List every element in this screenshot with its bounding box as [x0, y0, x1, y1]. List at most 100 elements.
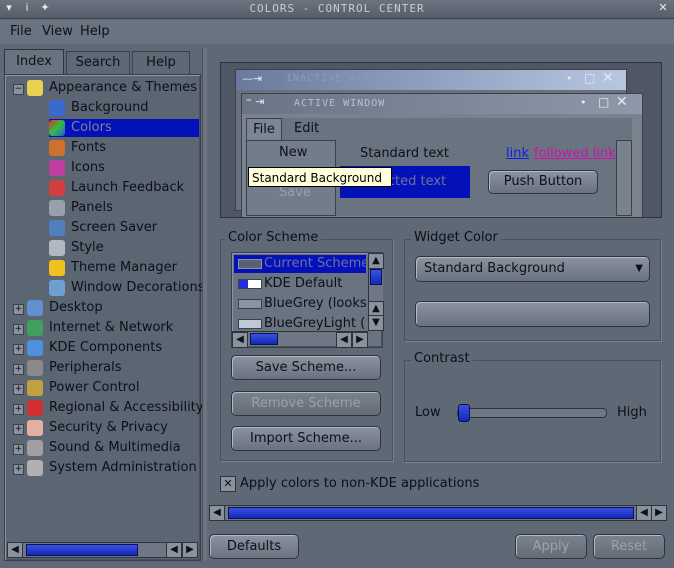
main-hscrollbar[interactable]: ◀ ◀ ▶ [209, 505, 667, 521]
expand-icon[interactable]: + [13, 464, 24, 475]
tree-item-background[interactable]: Background [49, 99, 149, 117]
scheme-swatch [238, 299, 262, 309]
module-tree[interactable]: − Appearance & Themes Background Colors … [4, 74, 205, 561]
tree-item-fonts[interactable]: Fonts [49, 139, 106, 157]
tree-item-style[interactable]: Style [49, 239, 104, 257]
tree-item-launch-feedback[interactable]: Launch Feedback [49, 179, 184, 197]
tree-appearance[interactable]: Appearance & Themes [27, 79, 197, 97]
expand-icon[interactable]: + [13, 384, 24, 395]
tree-peripherals[interactable]: Peripherals [27, 359, 122, 377]
menu-file[interactable]: File [10, 24, 32, 39]
tree-system-admin[interactable]: System Administration [27, 459, 197, 477]
scheme-label: BlueGrey (looks [264, 296, 366, 311]
scroll-left-icon[interactable]: ◀ [7, 542, 23, 558]
tree-desktop[interactable]: Desktop [27, 299, 103, 317]
scroll-right-icon[interactable]: ▶ [352, 332, 368, 348]
expand-icon[interactable]: + [13, 344, 24, 355]
maximize-icon: □ [584, 71, 596, 85]
widget-color-button[interactable] [415, 301, 650, 327]
remove-scheme-button[interactable]: Remove Scheme [231, 391, 381, 416]
scheme-item-kde-default[interactable]: KDE Default [234, 275, 366, 293]
title-bar[interactable]: ▾ i ✦ COLORS - CONTROL CENTER ✕ [0, 0, 674, 19]
import-scheme-button[interactable]: Import Scheme... [231, 426, 381, 451]
tree-item-panels[interactable]: Panels [49, 199, 113, 217]
expand-icon[interactable]: + [13, 404, 24, 415]
scroll-left-icon[interactable]: ◀ [336, 332, 352, 348]
preview-area: —⇥ INACTIVE WINDOW • □ ✕ ⁼ ⇥ ACTIVE WIND… [220, 62, 662, 218]
expand-icon[interactable]: + [13, 444, 24, 455]
scroll-up-icon[interactable]: ▲ [368, 253, 384, 269]
tree-item-theme-manager[interactable]: Theme Manager [49, 259, 177, 277]
tree-security[interactable]: Security & Privacy [27, 419, 168, 437]
tree-label: Regional & Accessibility [49, 400, 204, 415]
main-hscroll-thumb[interactable] [228, 507, 634, 519]
tree-kde-components[interactable]: KDE Components [27, 339, 162, 357]
splitter[interactable] [202, 48, 207, 560]
tree-sound[interactable]: Sound & Multimedia [27, 439, 181, 457]
defaults-label: Defaults [226, 539, 282, 554]
reset-button[interactable]: Reset [593, 534, 665, 559]
expand-icon[interactable]: + [13, 304, 24, 315]
collapse-icon[interactable]: − [13, 84, 24, 95]
scheme-vscrollbar[interactable]: ▲ ▲ ▼ [368, 253, 384, 331]
scroll-down-icon[interactable]: ▼ [368, 315, 384, 331]
tree-item-colors[interactable]: Colors [49, 119, 199, 137]
tree-power-control[interactable]: Power Control [27, 379, 139, 397]
save-scheme-button[interactable]: Save Scheme... [231, 355, 381, 380]
color-scheme-title: Color Scheme [225, 230, 322, 245]
scheme-vscroll-thumb[interactable] [370, 269, 382, 285]
scroll-right-icon[interactable]: ▶ [651, 505, 667, 521]
tree-label: Style [71, 240, 104, 255]
tree-internet[interactable]: Internet & Network [27, 319, 173, 337]
tree-item-window-decorations[interactable]: Window Decorations [49, 279, 205, 297]
tree-label: Power Control [49, 380, 140, 395]
sticky-icon: • [566, 72, 573, 85]
apply-button[interactable]: Apply [515, 534, 587, 559]
tab-search[interactable]: Search [66, 51, 130, 74]
left-tabs: Index Search Help [4, 49, 200, 74]
scroll-right-icon[interactable]: ▶ [182, 542, 198, 558]
tree-item-screen-saver[interactable]: Screen Saver [49, 219, 157, 237]
expand-icon[interactable]: + [13, 324, 24, 335]
preview-menu-file: File [246, 118, 282, 142]
tree-item-icons[interactable]: Icons [49, 159, 105, 177]
scroll-left-icon[interactable]: ◀ [636, 505, 652, 521]
contrast-slider-track[interactable] [457, 404, 607, 422]
scroll-left-icon[interactable]: ◀ [232, 332, 248, 348]
tab-index[interactable]: Index [4, 49, 64, 74]
scheme-hscroll-thumb[interactable] [250, 333, 278, 345]
power-icon [27, 379, 43, 396]
tree-label: KDE Components [49, 340, 163, 355]
defaults-button[interactable]: Defaults [209, 534, 299, 559]
scheme-list[interactable]: Current Scheme KDE Default BlueGrey (loo… [231, 252, 384, 348]
widget-color-select[interactable]: Standard Background ▼ [415, 256, 650, 282]
close-icon: ✕ [602, 70, 614, 86]
tree-label: Screen Saver [71, 220, 158, 235]
tree-label: System Administration [49, 460, 197, 475]
globe-icon [27, 319, 43, 336]
apply-non-kde-checkbox[interactable]: ✕ [220, 476, 236, 492]
tab-help[interactable]: Help [132, 51, 190, 74]
scroll-left-icon[interactable]: ◀ [209, 505, 225, 521]
tab-index-label: Index [16, 54, 52, 69]
sound-icon [27, 439, 43, 456]
expand-icon[interactable]: + [13, 424, 24, 435]
scheme-hscrollbar[interactable]: ◀ ◀ ▶ [232, 331, 368, 348]
scheme-item-current[interactable]: Current Scheme [234, 255, 366, 273]
tree-regional[interactable]: Regional & Accessibility [27, 399, 203, 417]
close-icon[interactable]: ✕ [656, 1, 670, 15]
tree-label: Background [71, 100, 149, 115]
reset-label: Reset [610, 539, 648, 554]
tree-hscroll-thumb[interactable] [26, 544, 138, 556]
contrast-slider-handle[interactable] [458, 404, 470, 422]
scroll-left-icon[interactable]: ◀ [166, 542, 182, 558]
menu-view[interactable]: View [42, 24, 73, 39]
widget-color-group: Widget Color Standard Background ▼ [404, 230, 661, 341]
expand-icon[interactable]: + [13, 364, 24, 375]
menu-help[interactable]: Help [80, 24, 110, 39]
scheme-item-bluegrey[interactable]: BlueGrey (looks [234, 295, 366, 313]
contrast-group: Contrast Low High [404, 351, 661, 462]
theme-manager-icon [49, 259, 65, 276]
menu-bar: File View Help [0, 20, 674, 44]
tree-hscrollbar[interactable]: ◀ ◀ ▶ [7, 542, 198, 558]
